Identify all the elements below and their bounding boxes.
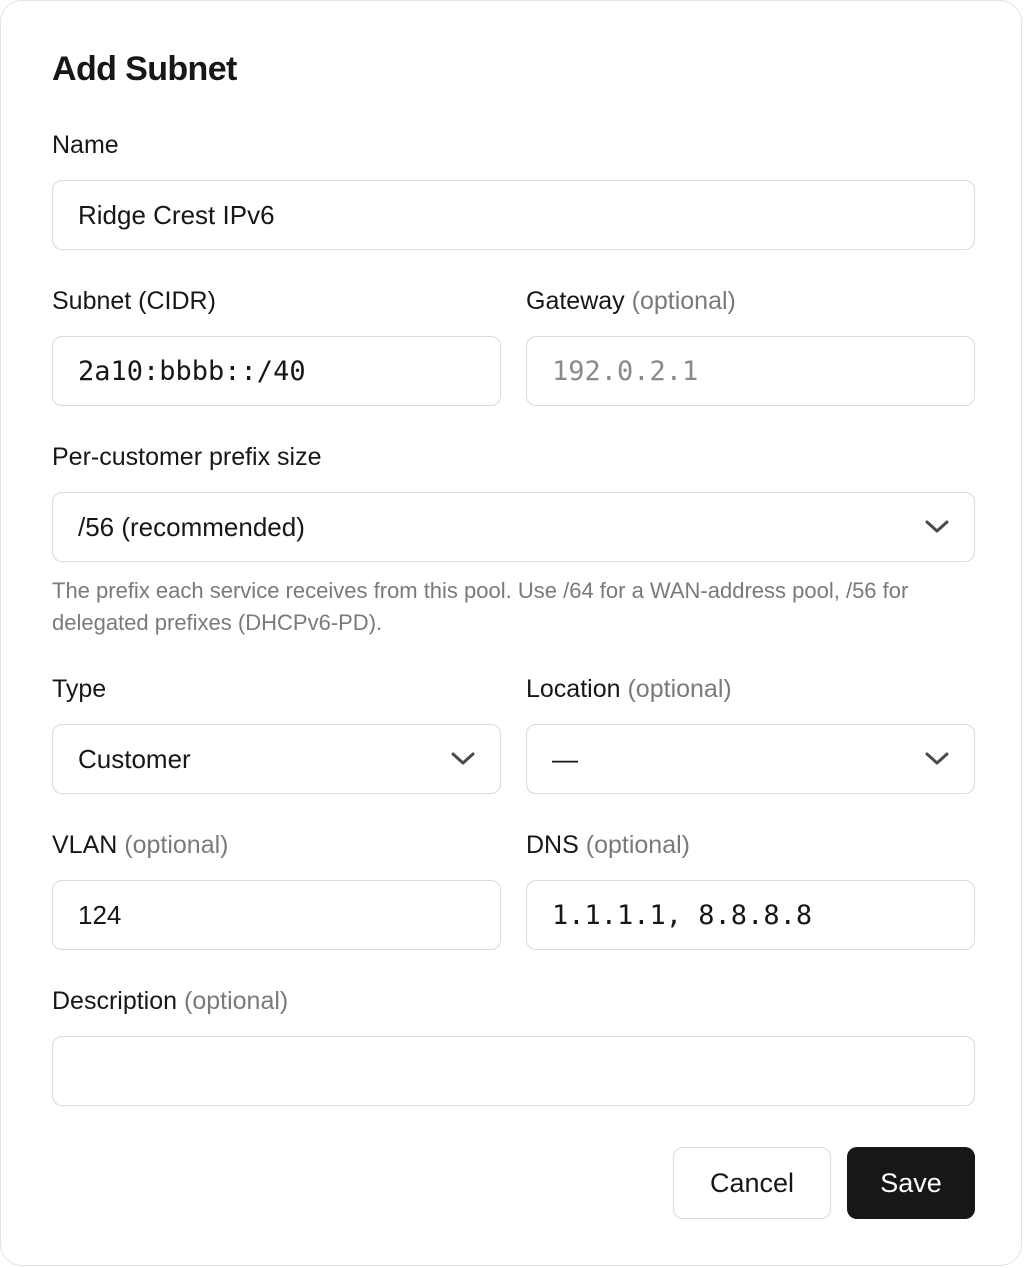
dns-label: DNS (optional)	[526, 831, 690, 859]
dns-input[interactable]: 1.1.1.1, 8.8.8.8	[526, 880, 975, 950]
subnet-input-value: 2a10:bbbb::/40	[78, 355, 306, 387]
vlan-input[interactable]: 124	[52, 880, 501, 950]
optional-hint: (optional)	[184, 987, 289, 1015]
location-select[interactable]: —	[526, 724, 975, 794]
name-input[interactable]: Ridge Crest IPv6	[52, 180, 975, 250]
chevron-down-icon	[924, 514, 950, 540]
dns-input-value: 1.1.1.1, 8.8.8.8	[552, 899, 813, 931]
optional-hint: (optional)	[631, 287, 736, 315]
gateway-input[interactable]: 192.0.2.1	[526, 336, 975, 406]
location-selected: —	[552, 743, 578, 774]
cancel-button[interactable]: Cancel	[673, 1147, 831, 1219]
type-selected: Customer	[78, 743, 191, 774]
prefix-size-select[interactable]: /56 (recommended)	[52, 492, 975, 562]
prefix-size-selected: /56 (recommended)	[78, 511, 305, 542]
optional-hint: (optional)	[585, 831, 690, 859]
name-label: Name	[52, 131, 119, 159]
vlan-label: VLAN (optional)	[52, 831, 229, 859]
subnet-input[interactable]: 2a10:bbbb::/40	[52, 336, 501, 406]
description-input[interactable]	[52, 1036, 975, 1106]
name-input-value: Ridge Crest IPv6	[78, 199, 275, 230]
location-label: Location (optional)	[526, 675, 732, 703]
add-subnet-dialog: Add Subnet Name Ridge Crest IPv6 Subnet …	[0, 0, 1022, 1266]
type-label: Type	[52, 675, 107, 703]
save-button[interactable]: Save	[847, 1147, 975, 1219]
prefix-size-label: Per-customer prefix size	[52, 443, 322, 471]
vlan-input-value: 124	[78, 899, 122, 930]
chevron-down-icon	[924, 746, 950, 772]
chevron-down-icon	[450, 746, 476, 772]
type-select[interactable]: Customer	[52, 724, 501, 794]
optional-hint: (optional)	[124, 831, 229, 859]
prefix-size-help: The prefix each service receives from th…	[52, 578, 909, 635]
optional-hint: (optional)	[627, 675, 732, 703]
gateway-input-placeholder: 192.0.2.1	[552, 355, 699, 387]
dialog-title: Add Subnet	[52, 50, 237, 88]
description-label: Description (optional)	[52, 987, 289, 1015]
subnet-label: Subnet (CIDR)	[52, 287, 216, 315]
gateway-label: Gateway (optional)	[526, 287, 736, 315]
